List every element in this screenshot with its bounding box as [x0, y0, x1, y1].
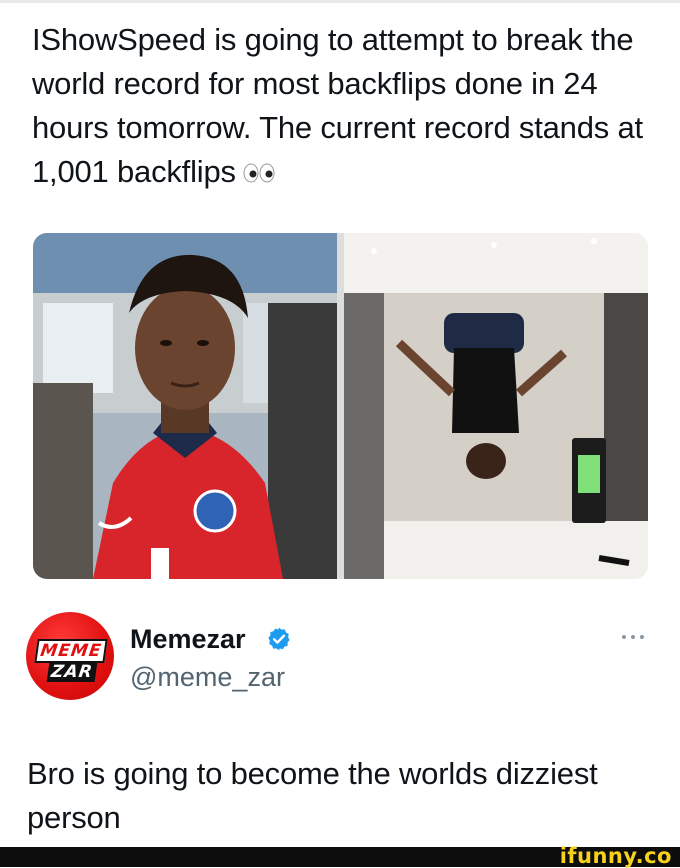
footer-bar: ifunny.co	[0, 844, 680, 868]
media-grid[interactable]	[33, 233, 648, 579]
post-text: Bro is going to become the worlds dizzie…	[27, 756, 598, 835]
verified-badge-icon	[266, 626, 292, 657]
avatar-logo-bottom: ZAR	[46, 662, 98, 682]
more-options-icon[interactable]	[616, 630, 650, 644]
top-divider	[0, 0, 680, 3]
photo-backflip[interactable]	[344, 233, 648, 579]
avatar-logo-top: MEME	[34, 639, 108, 663]
quoted-post-text: IShowSpeed is going to attempt to break …	[32, 18, 652, 196]
photo-red-jersey[interactable]	[33, 233, 337, 579]
eyes-emoji-icon	[242, 152, 276, 196]
author-display-name[interactable]: Memezar	[130, 624, 246, 655]
author-handle[interactable]: @meme_zar	[130, 662, 285, 693]
avatar[interactable]: MEME ZAR	[26, 612, 114, 700]
ifunny-watermark: ifunny.co	[559, 844, 672, 868]
quoted-post-body: IShowSpeed is going to attempt to break …	[32, 22, 643, 189]
tweet-author-header: MEME ZAR Memezar @meme_zar	[26, 612, 654, 704]
